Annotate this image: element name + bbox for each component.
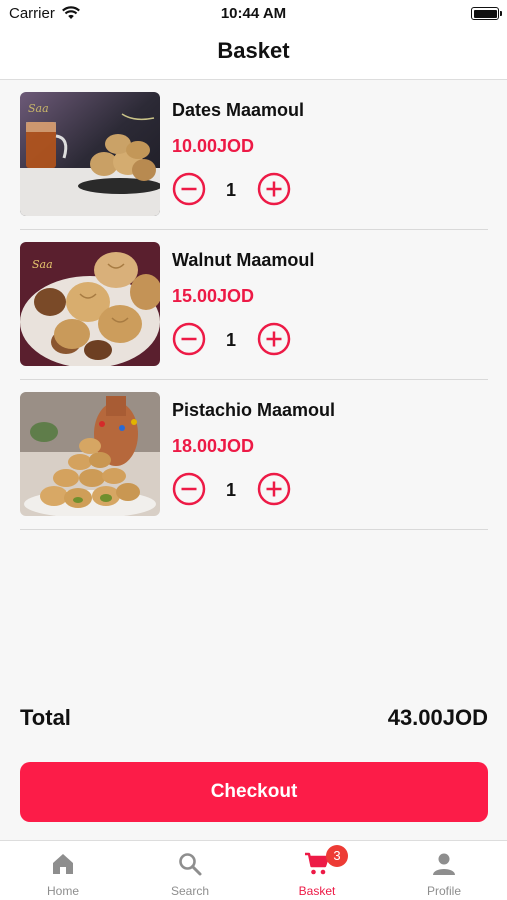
product-image-pistachio-maamoul (20, 392, 160, 516)
basket-item: Saa Walnut Maamoul 15.00JOD 1 (20, 230, 488, 380)
item-price: 15.00JOD (172, 286, 255, 306)
battery-icon (471, 7, 502, 20)
tab-profile[interactable]: Profile (381, 841, 507, 900)
product-image-walnut-maamoul: Saa (20, 242, 160, 366)
tab-bar: Home Search 3 Basket Profile (0, 840, 507, 900)
basket-list: Saa Dates Maamoul 10.00JOD 1 Saa Walnut … (20, 80, 488, 530)
plus-circle-icon (257, 472, 291, 506)
checkout-button[interactable]: Checkout (20, 762, 488, 822)
plus-circle-icon (257, 322, 291, 356)
minus-circle-icon (172, 172, 206, 206)
item-quantity: 1 (225, 480, 236, 500)
total-value: 43.00JOD (387, 705, 488, 730)
tab-basket[interactable]: 3 Basket (254, 841, 380, 900)
tab-label: Profile (426, 884, 461, 898)
item-quantity: 1 (225, 330, 236, 350)
minus-circle-icon (172, 472, 206, 506)
svg-text:Saa: Saa (28, 102, 49, 115)
item-name: Dates Maamoul (172, 100, 305, 120)
basket-item: Saa Dates Maamoul 10.00JOD 1 (20, 80, 488, 230)
tab-label: Search (170, 884, 210, 898)
tab-label: Basket (298, 884, 336, 898)
increase-quantity-button[interactable] (257, 172, 291, 206)
decrease-quantity-button[interactable] (172, 322, 206, 356)
person-icon (433, 853, 455, 875)
item-name: Pistachio Maamoul (172, 400, 336, 420)
item-price: 18.00JOD (172, 436, 255, 456)
cart-count-badge: 3 (326, 845, 348, 867)
increase-quantity-button[interactable] (257, 472, 291, 506)
item-name: Walnut Maamoul (172, 250, 315, 270)
search-icon (179, 853, 202, 876)
product-image-dates-maamoul: Saa (20, 92, 160, 216)
page-title: Basket (217, 38, 290, 63)
increase-quantity-button[interactable] (257, 322, 291, 356)
total-label: Total (20, 705, 71, 730)
item-price: 10.00JOD (172, 136, 255, 156)
total-row: Total 43.00JOD (20, 705, 488, 735)
basket-item: Pistachio Maamoul 18.00JOD 1 (20, 380, 488, 530)
decrease-quantity-button[interactable] (172, 172, 206, 206)
minus-circle-icon (172, 322, 206, 356)
clock: 10:44 AM (220, 5, 287, 22)
navigation-header: Basket (0, 30, 507, 80)
item-quantity: 1 (225, 180, 236, 200)
decrease-quantity-button[interactable] (172, 472, 206, 506)
tab-search[interactable]: Search (127, 841, 253, 900)
plus-circle-icon (257, 172, 291, 206)
home-icon (53, 854, 73, 874)
tab-label: Home (46, 884, 79, 898)
tab-home[interactable]: Home (0, 841, 126, 900)
svg-text:Saa: Saa (32, 258, 53, 271)
status-bar: Carrier 10:44 AM (0, 0, 507, 30)
